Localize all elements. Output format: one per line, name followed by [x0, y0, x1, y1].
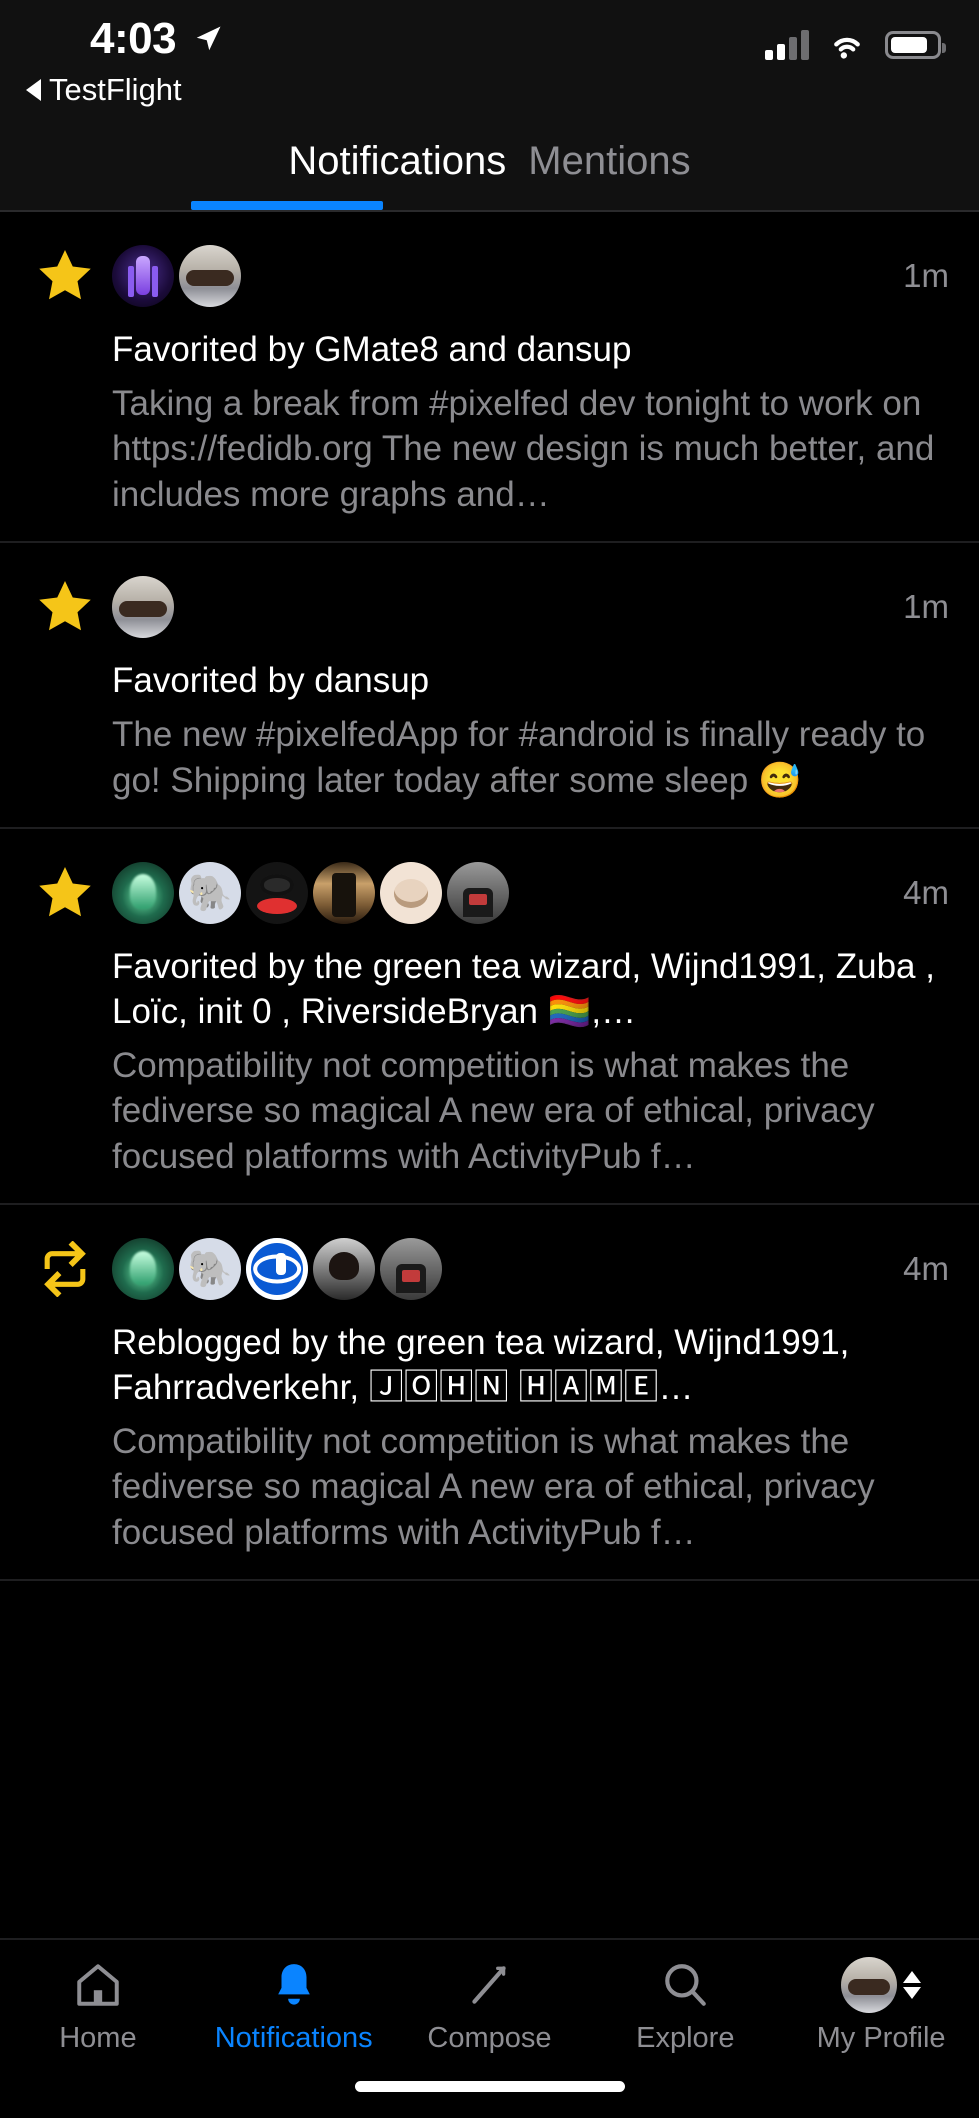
avatar[interactable] [179, 1238, 241, 1301]
avatar[interactable] [112, 862, 174, 925]
status-bar-time: 4:03 [90, 14, 177, 63]
avatar[interactable] [380, 1238, 442, 1301]
avatar[interactable] [380, 862, 442, 925]
battery-icon [885, 31, 946, 59]
notification-timestamp: 1m [903, 257, 949, 294]
avatar[interactable] [447, 862, 509, 925]
tab-notifications[interactable]: Notifications [288, 139, 506, 190]
list-empty-space [0, 1759, 979, 1938]
star-icon [28, 577, 102, 637]
bottom-tab-label: Explore [636, 2022, 735, 2054]
notification-body: Compatibility not competition is what ma… [112, 1421, 875, 1552]
bottom-tab-notifications[interactable]: Notifications [196, 1958, 392, 2055]
avatar[interactable] [179, 862, 241, 925]
status-bar-indicators [765, 30, 946, 60]
notification-header: 1m [28, 569, 951, 645]
notification-header: 1m [28, 238, 951, 314]
notification-body: The new #pixelfedApp for #android is fin… [112, 715, 926, 800]
tab-mentions[interactable]: Mentions [528, 139, 690, 190]
back-label: TestFlight [49, 72, 182, 107]
app-screen: 4:03 TestFlight Notifications Mentions 1… [0, 0, 979, 2118]
tab-active-indicator [191, 201, 383, 210]
notification-title: Reblogged by the green tea wizard, Wijnd… [112, 1323, 850, 1407]
bell-icon [269, 1958, 319, 2012]
search-icon [660, 1958, 710, 2012]
location-arrow-icon [196, 26, 221, 51]
bottom-tab-label: Notifications [214, 2022, 373, 2054]
bottom-tab-my-profile[interactable]: My Profile [783, 1957, 979, 2055]
pencil-icon [464, 1958, 514, 2012]
bottom-tab-explore[interactable]: Explore [587, 1958, 783, 2055]
reblog-icon [28, 1241, 102, 1298]
actor-avatars[interactable] [112, 245, 241, 307]
notification-row[interactable]: 1m Favorited by GMate8 and dansup Taking… [0, 212, 979, 544]
status-bar: 4:03 TestFlight [0, 0, 979, 118]
star-icon [28, 863, 102, 923]
bottom-tab-compose[interactable]: Compose [392, 1958, 588, 2055]
notification-title: Favorited by the green tea wizard, Wijnd… [112, 947, 935, 1031]
notification-body: Compatibility not competition is what ma… [112, 1045, 875, 1176]
notification-timestamp: 1m [903, 588, 949, 626]
back-triangle-icon [26, 79, 41, 101]
avatar[interactable] [112, 576, 174, 639]
notification-row[interactable]: 4m Reblogged by the green tea wizard, Wi… [0, 1205, 979, 1582]
profile-switch-stepper-icon[interactable] [903, 1971, 922, 1999]
bottom-tab-home[interactable]: Home [0, 1958, 196, 2055]
notification-body: Taking a break from #pixelfed dev tonigh… [112, 383, 935, 514]
bottom-tab-label: Home [59, 2022, 137, 2054]
avatar[interactable] [112, 1238, 174, 1301]
avatar-icon [841, 1957, 922, 2013]
back-to-testflight-button[interactable]: TestFlight [26, 72, 182, 108]
notification-header: 4m [28, 1231, 951, 1307]
notification-timestamp: 4m [903, 874, 949, 912]
actor-avatars[interactable] [112, 576, 174, 639]
notification-row[interactable]: 1m Favorited by dansup The new #pixelfed… [0, 543, 979, 830]
notification-title: Favorited by GMate8 and dansup [112, 330, 632, 369]
avatar[interactable] [246, 1238, 308, 1301]
notification-title: Favorited by dansup [112, 661, 430, 701]
wifi-icon [834, 37, 860, 59]
notification-row[interactable]: 4m Favorited by the green tea wizard, Wi… [0, 829, 979, 1206]
avatar[interactable] [112, 245, 174, 307]
avatar[interactable] [313, 1238, 375, 1301]
actor-avatars[interactable] [112, 1238, 442, 1301]
cellular-signal-icon [765, 30, 809, 60]
avatar [841, 1957, 898, 2013]
notification-timestamp: 4m [903, 1250, 949, 1288]
avatar[interactable] [179, 245, 241, 307]
avatar[interactable] [246, 862, 308, 925]
bottom-tab-label: Compose [427, 2022, 552, 2054]
actor-avatars[interactable] [112, 862, 509, 925]
home-indicator[interactable] [354, 2081, 625, 2092]
star-icon [28, 246, 102, 306]
notifications-mentions-tabs: Notifications Mentions [0, 118, 979, 210]
bottom-tab-label: My Profile [816, 2022, 946, 2054]
notification-header: 4m [28, 855, 951, 931]
home-icon [73, 1958, 123, 2012]
notification-list[interactable]: 1m Favorited by GMate8 and dansup Taking… [0, 212, 979, 1760]
avatar[interactable] [313, 862, 375, 925]
